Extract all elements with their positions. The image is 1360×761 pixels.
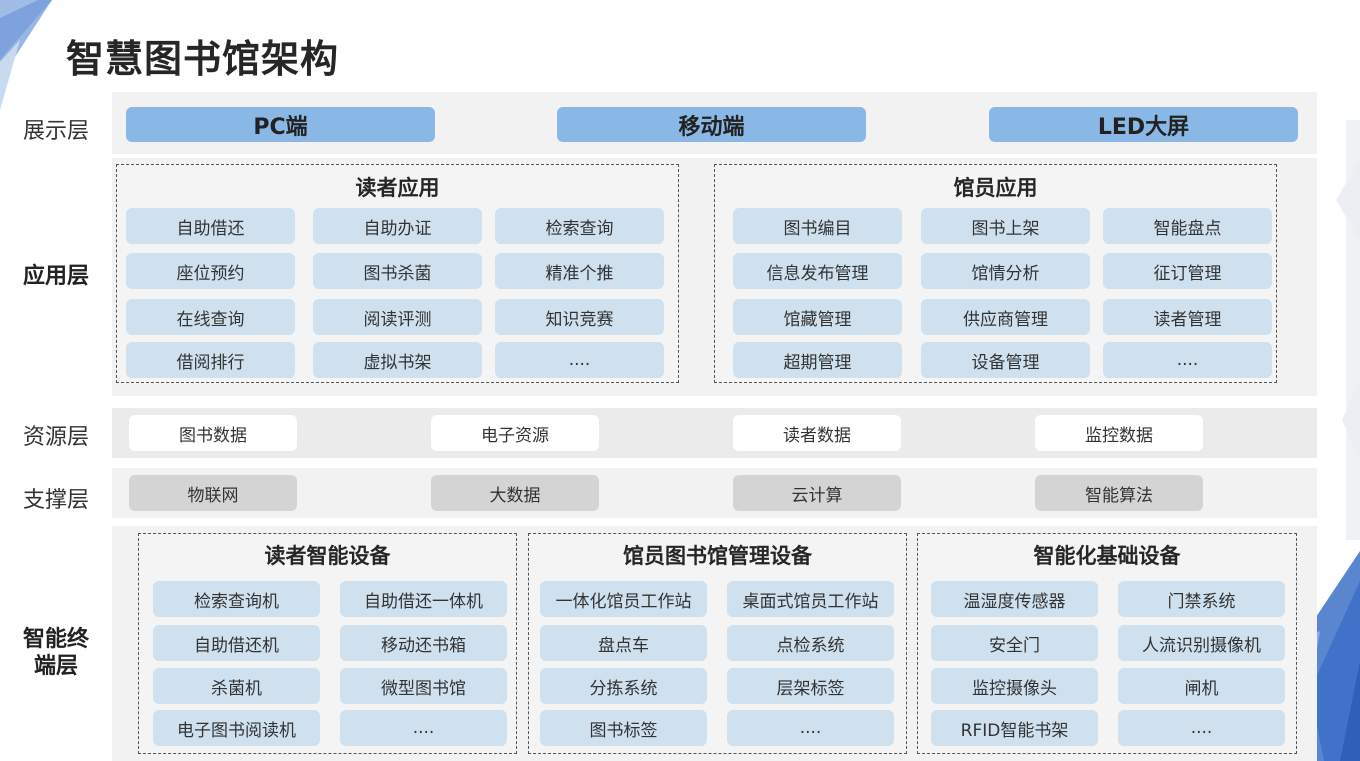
support-layer-band: 物联网 大数据 云计算 智能算法 [112, 468, 1317, 518]
device-item: 检索查询机 [153, 581, 320, 617]
display-item-led: LED大屏 [989, 107, 1298, 142]
resource-item: 图书数据 [129, 415, 297, 451]
reader-apps-group: 读者应用 自助借还 自助办证 检索查询 座位预约 图书杀菌 精准个推 在线查询 … [116, 164, 679, 383]
app-item: 精准个推 [495, 253, 664, 289]
side-decoration [1336, 120, 1360, 540]
app-item-more: .... [495, 342, 664, 378]
app-item: 借阅排行 [126, 342, 295, 378]
app-item: 座位预约 [126, 253, 295, 289]
app-item: 信息发布管理 [733, 253, 902, 289]
app-item: 检索查询 [495, 208, 664, 244]
app-item: 自助办证 [313, 208, 482, 244]
app-item: 图书杀菌 [313, 253, 482, 289]
device-item: 杀菌机 [153, 668, 320, 704]
app-item: 征订管理 [1103, 253, 1272, 289]
librarian-apps-group: 馆员应用 图书编目 图书上架 智能盘点 信息发布管理 馆情分析 征订管理 馆藏管… [714, 164, 1277, 383]
app-item: 在线查询 [126, 299, 295, 335]
display-item-mobile: 移动端 [557, 107, 866, 142]
device-item: 盘点车 [540, 625, 707, 661]
device-item: 桌面式馆员工作站 [727, 581, 894, 617]
layer-label-line: 端层 [33, 654, 78, 679]
device-item: 自助借还一体机 [340, 581, 507, 617]
device-item-more: .... [1118, 710, 1285, 746]
device-item: 移动还书箱 [340, 625, 507, 661]
device-item: 门禁系统 [1118, 581, 1285, 617]
device-item: 自助借还机 [153, 625, 320, 661]
librarian-devices-group: 馆员图书馆管理设备 一体化馆员工作站 桌面式馆员工作站 盘点车 点检系统 分拣系… [528, 533, 907, 754]
app-item: 设备管理 [921, 342, 1090, 378]
support-item: 智能算法 [1035, 475, 1203, 511]
resource-layer-band: 图书数据 电子资源 读者数据 监控数据 [112, 408, 1317, 458]
support-item: 物联网 [129, 475, 297, 511]
device-item: 一体化馆员工作站 [540, 581, 707, 617]
group-title: 读者应用 [355, 176, 440, 200]
device-item: 电子图书阅读机 [153, 710, 320, 746]
app-item: 自助借还 [126, 208, 295, 244]
layer-label-application: 应用层 [22, 264, 89, 289]
device-item: 图书标签 [540, 710, 707, 746]
device-item: 微型图书馆 [340, 668, 507, 704]
app-item: 读者管理 [1103, 299, 1272, 335]
device-item: 层架标签 [727, 668, 894, 704]
resource-item: 读者数据 [733, 415, 901, 451]
device-item: 安全门 [931, 625, 1098, 661]
app-item: 超期管理 [733, 342, 902, 378]
display-item-pc: PC端 [126, 107, 435, 142]
group-title: 读者智能设备 [264, 544, 391, 568]
group-title: 馆员应用 [953, 176, 1038, 200]
support-item: 大数据 [431, 475, 599, 511]
display-layer-band: PC端 移动端 LED大屏 [112, 92, 1317, 154]
device-item-more: .... [727, 710, 894, 746]
layer-label-support: 支撑层 [22, 488, 89, 513]
layer-label-terminal: 智能终 端层 [0, 626, 112, 680]
device-item: 分拣系统 [540, 668, 707, 704]
device-item: 人流识别摄像机 [1118, 625, 1285, 661]
resource-item: 电子资源 [431, 415, 599, 451]
app-item: 馆情分析 [921, 253, 1090, 289]
corner-decoration [0, 0, 52, 110]
device-item: 点检系统 [727, 625, 894, 661]
support-item: 云计算 [733, 475, 901, 511]
device-item: RFID智能书架 [931, 710, 1098, 746]
group-title: 智能化基础设备 [1033, 544, 1181, 568]
app-item: 智能盘点 [1103, 208, 1272, 244]
reader-devices-group: 读者智能设备 检索查询机 自助借还一体机 自助借还机 移动还书箱 杀菌机 微型图… [138, 533, 517, 754]
device-item-more: .... [340, 710, 507, 746]
device-item: 温湿度传感器 [931, 581, 1098, 617]
layer-label-resource: 资源层 [22, 425, 89, 450]
layer-label-display: 展示层 [22, 119, 89, 144]
resource-item: 监控数据 [1035, 415, 1203, 451]
app-item-more: .... [1103, 342, 1272, 378]
app-item: 知识竞赛 [495, 299, 664, 335]
page-title: 智慧图书馆架构 [66, 37, 340, 81]
device-item: 监控摄像头 [931, 668, 1098, 704]
app-item: 虚拟书架 [313, 342, 482, 378]
infrastructure-devices-group: 智能化基础设备 温湿度传感器 门禁系统 安全门 人流识别摄像机 监控摄像头 闸机… [917, 533, 1297, 754]
app-item: 阅读评测 [313, 299, 482, 335]
group-title: 馆员图书馆管理设备 [623, 544, 812, 568]
app-item: 馆藏管理 [733, 299, 902, 335]
app-item: 供应商管理 [921, 299, 1090, 335]
app-item: 图书上架 [921, 208, 1090, 244]
device-item: 闸机 [1118, 668, 1285, 704]
app-item: 图书编目 [733, 208, 902, 244]
layer-label-line: 智能终 [22, 627, 89, 652]
